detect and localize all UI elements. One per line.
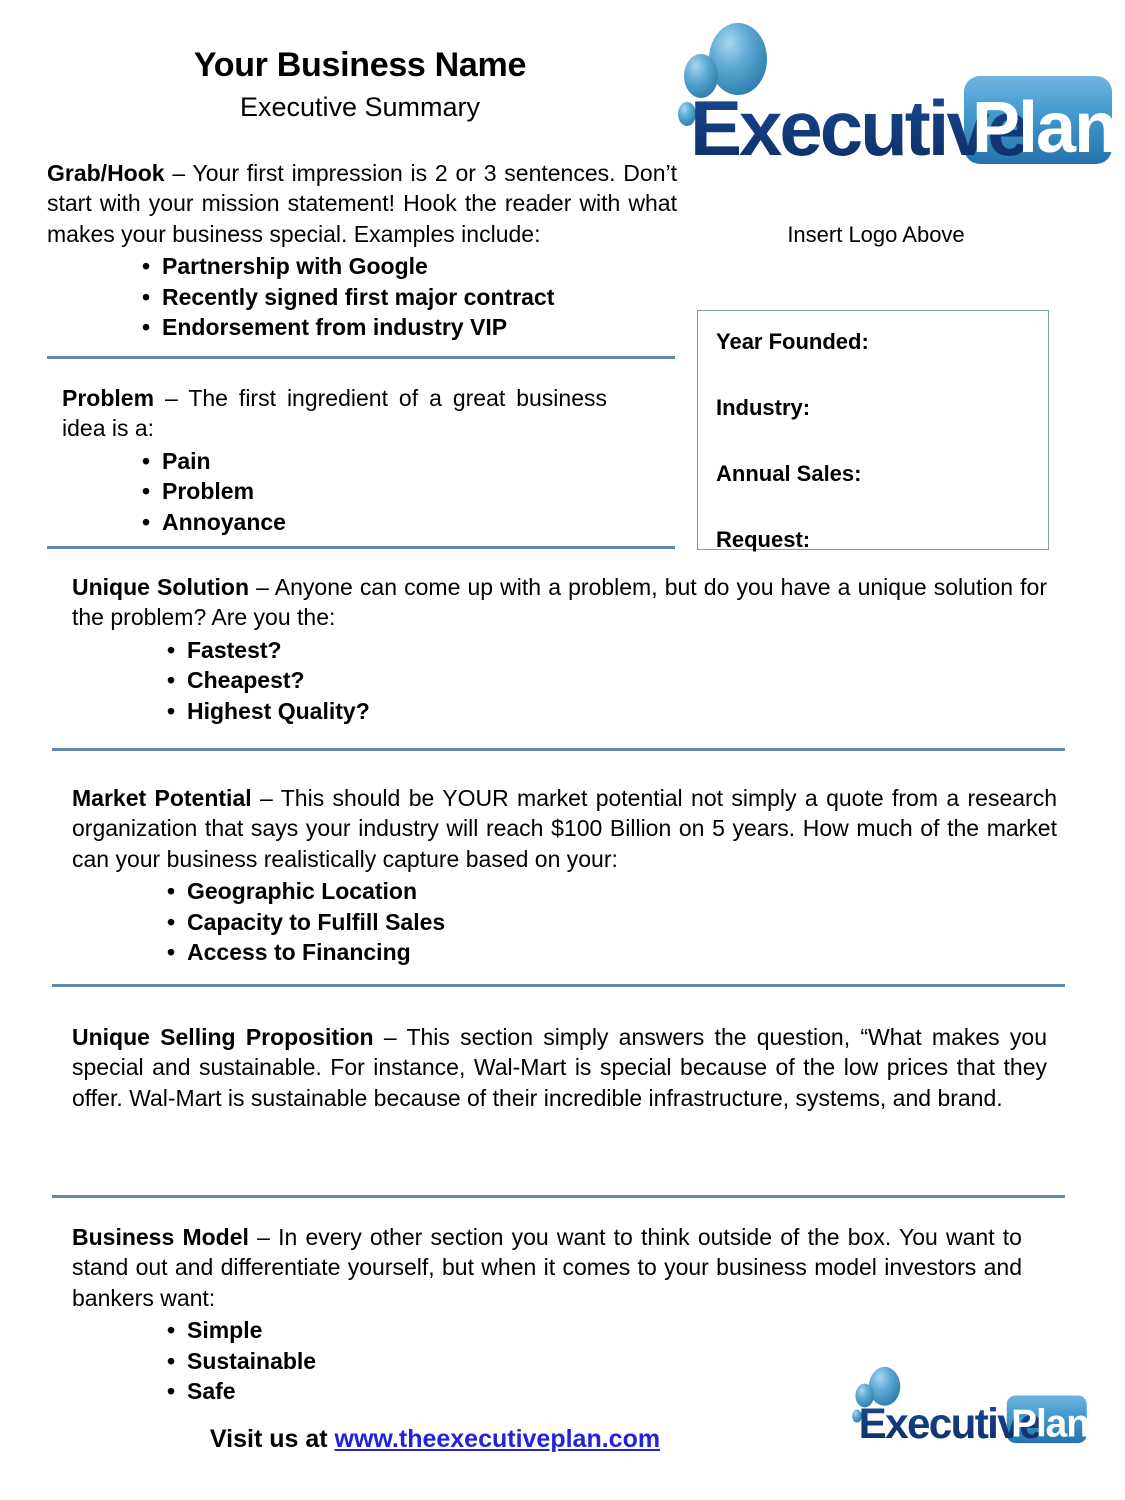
list-item: Highest Quality? [167, 696, 1047, 727]
page-title: Your Business Name [193, 46, 527, 84]
section-divider [52, 748, 1065, 751]
info-field-industry: Industry: [716, 395, 811, 420]
section-problem-bullets: Pain Problem Annoyance [62, 446, 607, 538]
section-market-potential-bullets: Geographic Location Capacity to Fulfill … [72, 876, 1057, 968]
section-divider [47, 546, 675, 549]
section-unique-solution-text: Unique Solution – Anyone can come up wit… [72, 572, 1047, 633]
company-info-box: Year Founded: Industry: Annual Sales: Re… [697, 310, 1049, 551]
footer-prefix: Visit us at [209, 1425, 335, 1453]
page-subtitle: Executive Summary [239, 92, 481, 122]
list-item: Cheapest? [167, 665, 1047, 696]
section-divider [52, 1195, 1065, 1198]
section-unique-selling-proposition-text: Unique Selling Proposition – This sectio… [72, 1022, 1047, 1113]
section-problem: Problem – The first ingredient of a grea… [62, 383, 607, 537]
executive-plan-logo-icon: Executive Plan [678, 23, 1116, 172]
footer-website-link[interactable]: www.theexecutiveplan.com [335, 1425, 661, 1453]
section-unique-solution-bullets: Fastest? Cheapest? Highest Quality? [72, 635, 1047, 727]
list-item: Annoyance [142, 507, 607, 538]
company-info-field-list: Year Founded: Industry: Annual Sales: Re… [698, 311, 1048, 551]
section-problem-label: Problem [62, 385, 155, 411]
section-unique-solution-label: Unique Solution [72, 574, 250, 600]
section-market-potential-text: Market Potential – This should be YOUR m… [72, 783, 1057, 874]
section-grab-hook: Grab/Hook – Your first impression is 2 o… [47, 158, 677, 343]
list-item: Access to Financing [167, 937, 1057, 968]
section-market-potential: Market Potential – This should be YOUR m… [72, 783, 1057, 968]
section-business-model-text: Business Model – In every other section … [72, 1222, 1022, 1313]
list-item: Problem [142, 476, 607, 507]
executive-plan-logo-footer-icon: Executive Plan [852, 1366, 1090, 1447]
section-grab-hook-bullets: Partnership with Google Recently signed … [47, 251, 677, 343]
section-unique-solution: Unique Solution – Anyone can come up wit… [72, 572, 1047, 726]
section-unique-selling-proposition: Unique Selling Proposition – This sectio… [72, 1022, 1047, 1113]
footer-visit-line: Visit us at www.theexecutiveplan.com [0, 1425, 870, 1454]
info-field-annual-sales: Annual Sales: [716, 461, 862, 486]
info-field-request: Request: [716, 527, 811, 552]
list-item: Simple [167, 1315, 1022, 1346]
section-unique-selling-proposition-label: Unique Selling Proposition [72, 1024, 374, 1050]
info-field-year-founded: Year Founded: [716, 329, 869, 354]
insert-logo-caption: Insert Logo Above [787, 222, 965, 247]
list-item: Partnership with Google [142, 251, 677, 282]
section-market-potential-label: Market Potential [72, 785, 260, 811]
section-grab-hook-label: Grab/Hook [47, 160, 165, 186]
list-item: Geographic Location [167, 876, 1057, 907]
svg-text:Plan: Plan [972, 88, 1116, 168]
list-item: Recently signed first major contract [142, 282, 677, 313]
list-item: Endorsement from industry VIP [142, 312, 677, 343]
list-item: Capacity to Fulfill Sales [167, 907, 1057, 938]
list-item: Pain [142, 446, 607, 477]
document-page: Your Business Name Executive Summary Exe… [0, 0, 1125, 1500]
section-divider [47, 356, 675, 359]
list-item: Fastest? [167, 635, 1047, 666]
section-problem-text: Problem – The first ingredient of a grea… [62, 383, 607, 444]
svg-text:Plan: Plan [1011, 1403, 1089, 1446]
section-business-model-label: Business Model [72, 1224, 249, 1250]
section-grab-hook-text: Grab/Hook – Your first impression is 2 o… [47, 158, 677, 249]
section-divider [52, 984, 1065, 987]
